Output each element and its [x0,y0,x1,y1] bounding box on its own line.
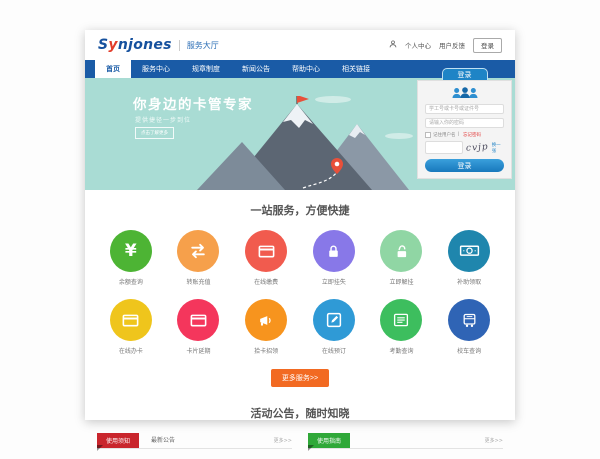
logo: Synjones [98,38,172,52]
service-subsidy-collection[interactable]: 补助领取 [435,230,503,286]
nav-news[interactable]: 新闻公告 [231,60,281,78]
nav-help-center[interactable]: 帮助中心 [281,60,331,78]
tab-usage-notice[interactable]: 使用须知 [97,433,139,448]
captcha-image: cvjp [466,142,489,154]
services-section: 一站服务，方便快捷 ¥ 余额查询 转账充值 在线缴费 [85,190,515,397]
service-label: 转账充值 [165,277,233,286]
person-icon [389,40,397,50]
services-grid: ¥ 余额查询 转账充值 在线缴费 立即挂失 [85,230,515,355]
guide-panel: 使用指南 更多>> [308,433,503,449]
nav-home[interactable]: 首页 [95,60,131,78]
portal-name: 服务大厅 [179,40,219,51]
service-balance-inquiry[interactable]: ¥ 余额查询 [97,230,165,286]
service-transfer-recharge[interactable]: 转账充值 [165,230,233,286]
forgot-password-link[interactable]: 忘记密码 [463,132,481,138]
service-report-loss[interactable]: 立即挂失 [300,230,368,286]
notice-panel: 使用须知 最新公告 更多>> [97,433,292,449]
users-icon [425,85,504,100]
megaphone-icon [245,299,287,341]
service-label: 拾卡招领 [232,346,300,355]
more-services-button[interactable]: 更多服务>> [271,369,329,387]
card-icon [110,299,152,341]
login-panel: 登录 记住用户名 | 忘记密码 cvjp 换一张 登录 [417,68,512,179]
nav-related-links[interactable]: 相关链接 [331,60,381,78]
service-label: 在线缴费 [232,277,300,286]
service-found-card-claim[interactable]: 拾卡招领 [232,299,300,355]
captcha-input[interactable] [425,141,463,154]
login-form: 记住用户名 | 忘记密码 cvjp 换一张 登录 [417,80,512,179]
header-links: 个人中心 用户反馈 登录 [389,38,502,53]
hero-cta-button[interactable]: 点击了解更多 [135,127,174,139]
tab-latest-announcements[interactable]: 最新公告 [151,435,175,448]
hero-subtitle: 提供捷径一步到位 [135,115,191,124]
captcha-refresh-link[interactable]: 换一张 [492,142,504,154]
services-title: 一站服务，方便快捷 [85,202,515,218]
bus-icon [448,299,490,341]
card-icon [245,230,287,272]
login-submit-button[interactable]: 登录 [425,159,504,172]
header-login-button[interactable]: 登录 [473,38,502,53]
service-apply-card[interactable]: 在线办卡 [97,299,165,355]
password-input[interactable] [425,118,504,128]
yuan-icon: ¥ [110,230,152,272]
list-icon [380,299,422,341]
site-header: Synjones 服务大厅 个人中心 用户反馈 登录 [85,30,515,60]
logo-text-rest: njones [118,37,172,53]
service-label: 在线办卡 [97,346,165,355]
nav-service-center[interactable]: 服务中心 [131,60,181,78]
service-label: 校车查询 [435,346,503,355]
hero-banner: 你身边的卡管专家 提供捷径一步到位 点击了解更多 登录 [85,78,515,190]
tab-usage-guide[interactable]: 使用指南 [308,433,350,448]
service-label: 卡片延期 [165,346,233,355]
username-input[interactable] [425,104,504,114]
service-online-booking[interactable]: 在线预订 [300,299,368,355]
service-attendance-inquiry[interactable]: 考勤查询 [368,299,436,355]
service-label: 考勤查询 [368,346,436,355]
nav-rules[interactable]: 规章制度 [181,60,231,78]
unlock-icon [380,230,422,272]
feedback-link[interactable]: 用户反馈 [439,40,465,50]
announcements-title: 活动公告，随时知晓 [85,405,515,421]
divider: | [458,132,460,137]
personal-center-link[interactable]: 个人中心 [405,40,431,50]
mountain-illustration [197,96,409,190]
banknote-icon [448,230,490,272]
service-school-bus-inquiry[interactable]: 校车查询 [435,299,503,355]
service-label: 立即解挂 [368,277,436,286]
remember-label: 记住用户名 [433,132,456,138]
service-label: 补助领取 [435,277,503,286]
service-online-payment[interactable]: 在线缴费 [232,230,300,286]
more-notices-link[interactable]: 更多>> [274,437,292,448]
logo-arrow-mark: y [108,37,117,53]
more-guides-link[interactable]: 更多>> [485,437,503,448]
service-unfreeze[interactable]: 立即解挂 [368,230,436,286]
card-icon [177,299,219,341]
announcements-section: 活动公告，随时知晓 使用须知 最新公告 更多>> 使用指南 更多>> [85,405,515,459]
edit-icon [313,299,355,341]
service-label: 余额查询 [97,277,165,286]
website-window: Synjones 服务大厅 个人中心 用户反馈 登录 首页 服务中心 规章制度 … [85,30,515,420]
service-label: 在线预订 [300,346,368,355]
login-tab[interactable]: 登录 [442,68,488,80]
remember-checkbox[interactable] [425,132,431,138]
transfer-icon [177,230,219,272]
service-card-renewal[interactable]: 卡片延期 [165,299,233,355]
service-label: 立即挂失 [300,277,368,286]
lock-icon [313,230,355,272]
logo-text: S [98,37,108,53]
